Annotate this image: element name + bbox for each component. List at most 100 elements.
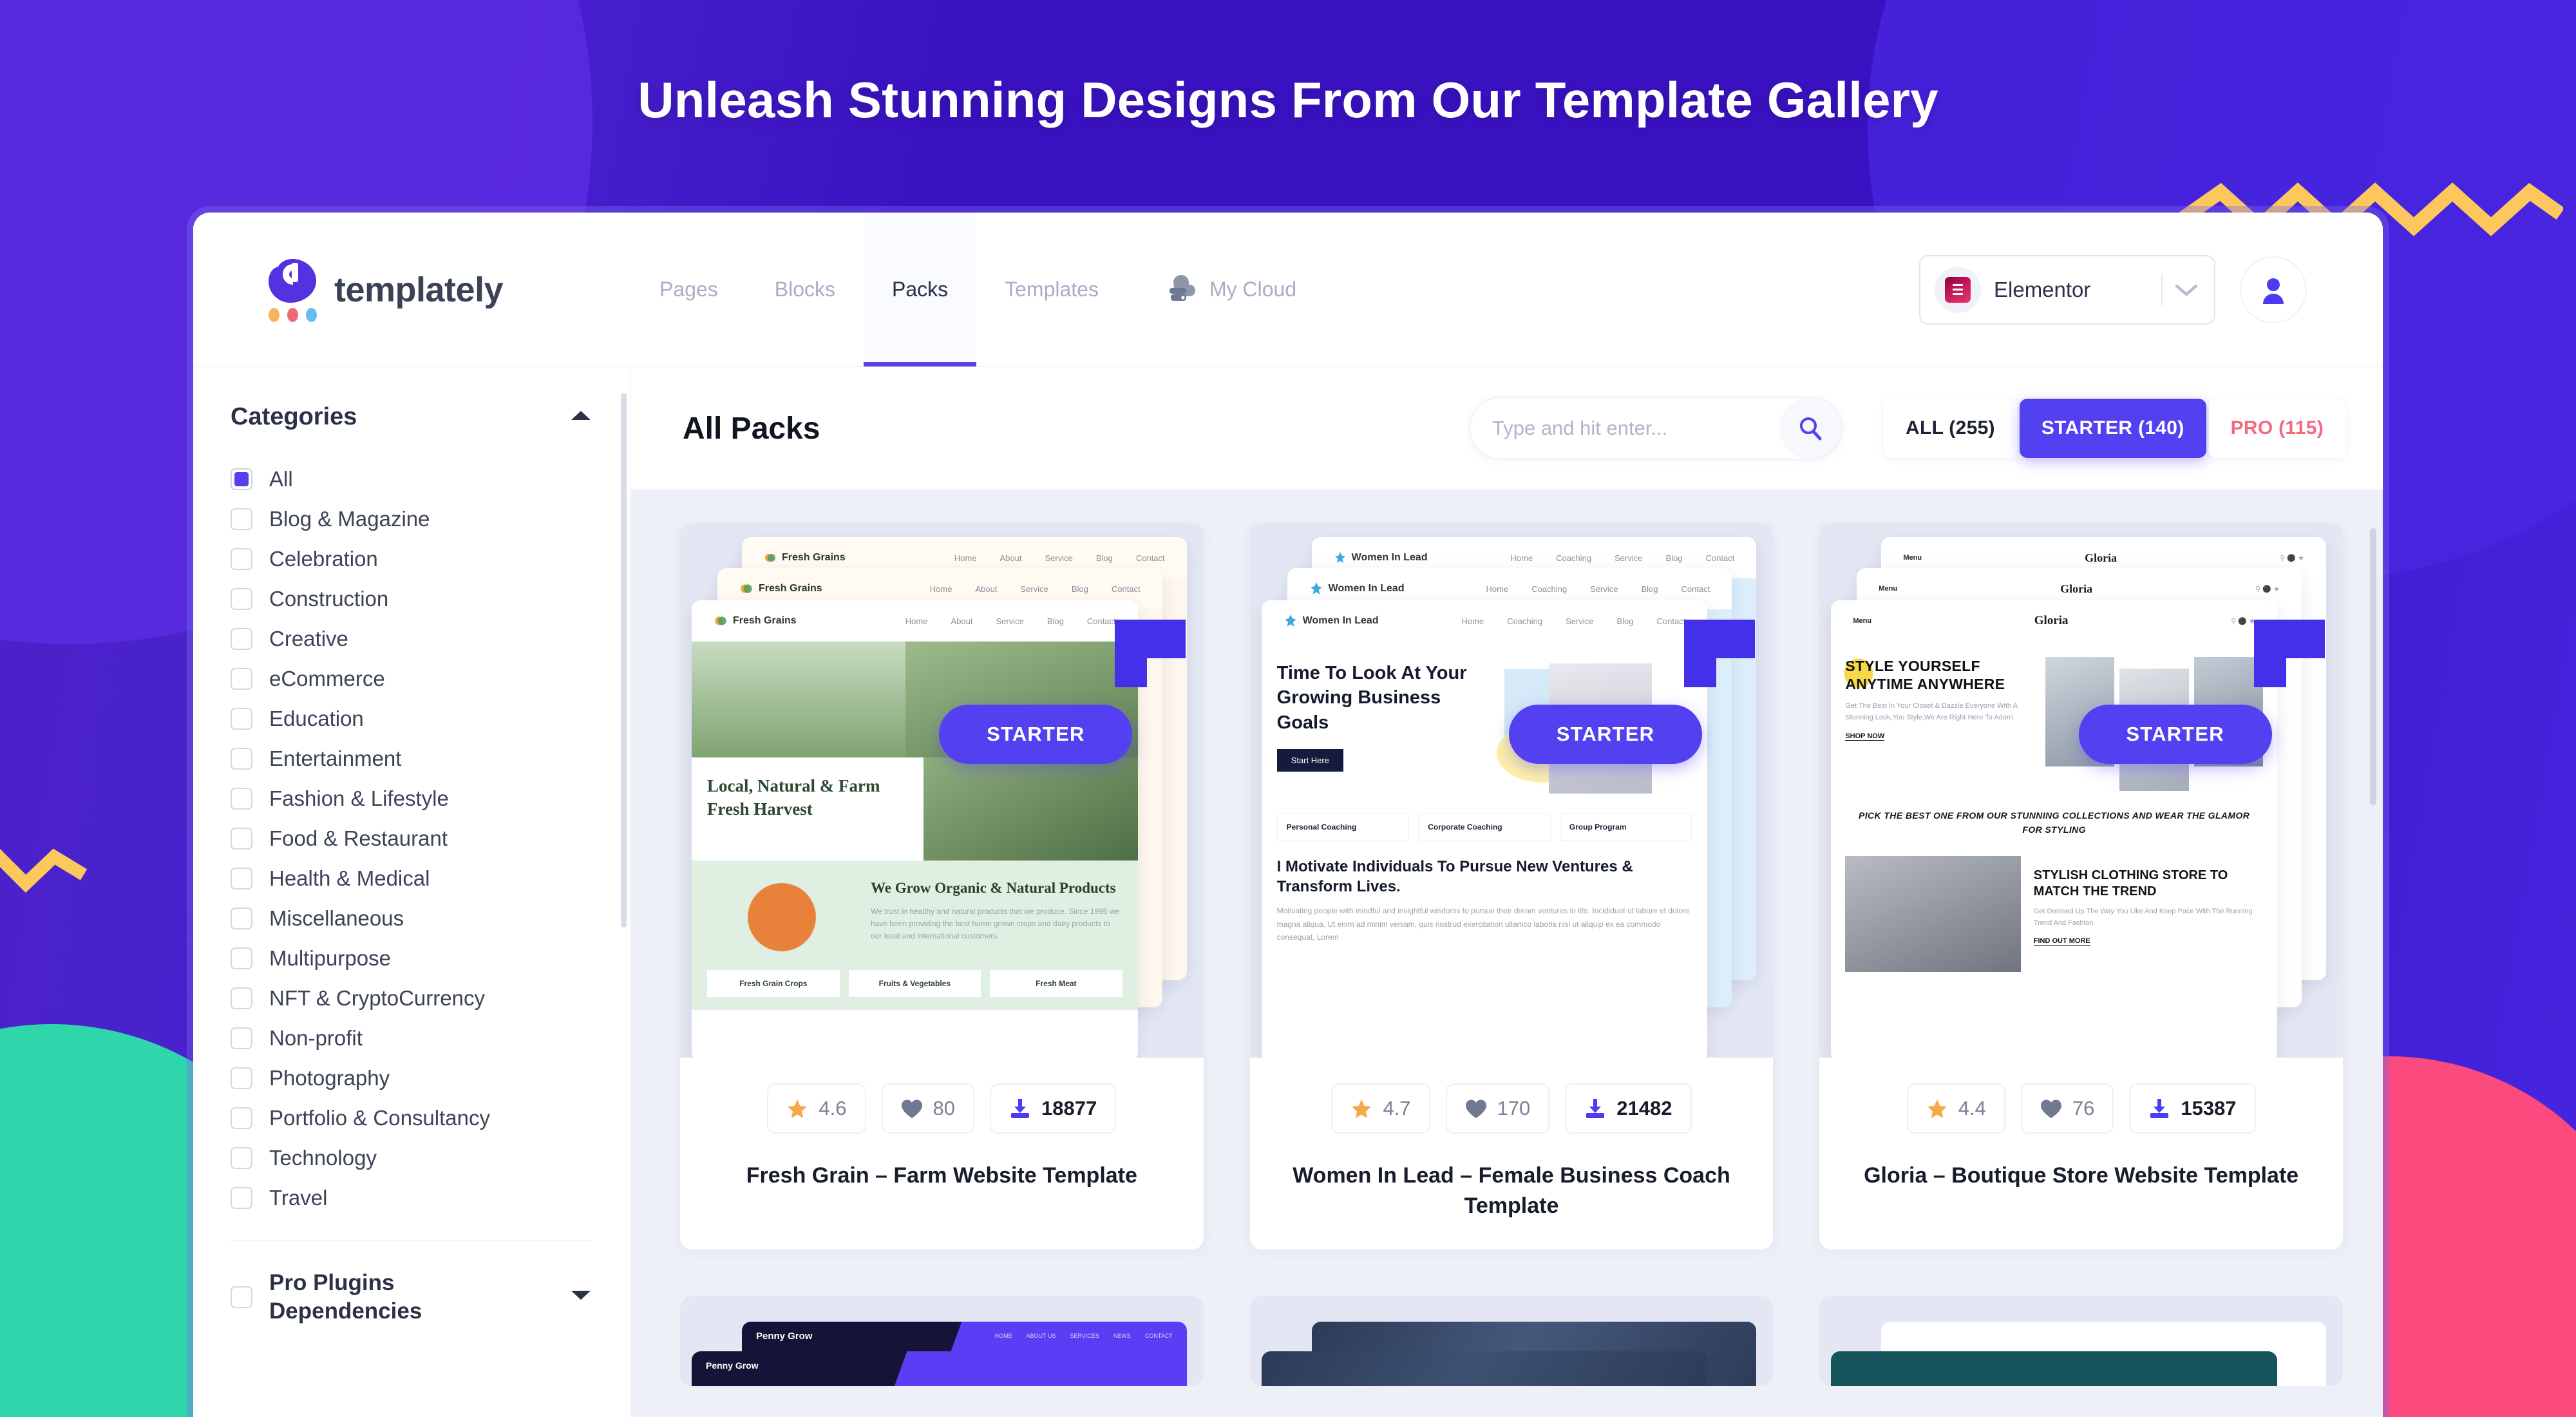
checkbox[interactable] xyxy=(231,908,252,929)
mock-site-name: Fresh Grains xyxy=(759,583,822,594)
category-item-blog-magazine[interactable]: Blog & Magazine xyxy=(231,499,592,539)
chevron-up-icon[interactable] xyxy=(570,409,592,425)
mock-link: Contact xyxy=(1705,553,1735,563)
category-item-fashion-lifestyle[interactable]: Fashion & Lifestyle xyxy=(231,779,592,819)
stat-value: 80 xyxy=(933,1097,956,1119)
checkbox[interactable] xyxy=(231,947,252,969)
checkbox[interactable] xyxy=(231,788,252,810)
category-item-construction[interactable]: Construction xyxy=(231,579,592,619)
category-item-technology[interactable]: Technology xyxy=(231,1138,592,1178)
pack-card[interactable]: Women In Lead Home Coaching Service Blog… xyxy=(1249,523,1774,1250)
category-item-non-profit[interactable]: Non-profit xyxy=(231,1018,592,1058)
checkbox[interactable] xyxy=(231,708,252,730)
app-window: templately Pages Blocks Packs Templates … xyxy=(193,213,2383,1417)
user-avatar-icon xyxy=(2263,278,2284,304)
search-box[interactable] xyxy=(1469,397,1842,460)
checkbox[interactable] xyxy=(231,1187,252,1209)
preview-stack: Women In Lead Home Coaching Service Blog… xyxy=(1250,523,1774,1058)
filter-tab-starter[interactable]: STARTER (140) xyxy=(2019,399,2206,458)
categories-header[interactable]: Categories xyxy=(231,403,592,431)
stat-downloads: 15387 xyxy=(2129,1083,2256,1134)
checkbox[interactable] xyxy=(231,1027,252,1049)
category-label: Food & Restaurant xyxy=(269,826,448,850)
mock-link: Home xyxy=(1510,553,1533,563)
checkbox-checked[interactable] xyxy=(231,468,252,490)
category-item-entertainment[interactable]: Entertainment xyxy=(231,739,592,779)
mock-link: About xyxy=(951,616,973,626)
editor-select[interactable]: Elementor xyxy=(1919,254,2215,325)
category-item-miscellaneous[interactable]: Miscellaneous xyxy=(231,899,592,938)
checkbox[interactable] xyxy=(231,508,252,530)
status-badge: STARTER xyxy=(2078,705,2272,764)
checkbox[interactable] xyxy=(231,1107,252,1129)
brand-logo[interactable]: templately xyxy=(193,213,631,366)
category-item-portfolio-consultancy[interactable]: Portfolio & Consultancy xyxy=(231,1098,592,1138)
stat-downloads: 18877 xyxy=(990,1083,1117,1134)
pack-card[interactable] xyxy=(1249,1295,1774,1386)
pack-preview[interactable]: Menu Gloria ⚲ ⚫ ★ Menu Gloria ⚲ ⚫ ★ Menu… xyxy=(1819,523,2343,1058)
mock-link: Blog xyxy=(1616,616,1634,626)
category-item-nft-cryptocurrency[interactable]: NFT & CryptoCurrency xyxy=(231,978,592,1018)
category-label: Construction xyxy=(269,587,389,611)
status-badge: STARTER xyxy=(1508,705,1702,764)
chevron-down-icon[interactable] xyxy=(2163,282,2210,298)
checkbox[interactable] xyxy=(231,748,252,770)
nav-item-my-cloud[interactable]: My Cloud xyxy=(1127,213,1325,366)
checkbox[interactable] xyxy=(231,548,252,570)
nav-item-pages[interactable]: Pages xyxy=(631,213,746,366)
category-label: Creative xyxy=(269,627,348,651)
category-item-food-restaurant[interactable]: Food & Restaurant xyxy=(231,819,592,859)
checkbox[interactable] xyxy=(231,1067,252,1089)
main-scrollbar[interactable] xyxy=(2370,528,2376,805)
pack-card[interactable]: VALENTINE'S DAY PRESENTS xyxy=(1819,1295,2343,1386)
filter-tab-all[interactable]: ALL (255) xyxy=(1884,399,2017,458)
mock-headline: Time To Look At Your Growing Business Go… xyxy=(1276,663,1467,733)
category-item-creative[interactable]: Creative xyxy=(231,619,592,659)
mock-menu-label: Menu xyxy=(1879,585,1898,593)
category-item-all[interactable]: All xyxy=(231,459,592,499)
nav-item-packs[interactable]: Packs xyxy=(863,213,977,366)
category-item-celebration[interactable]: Celebration xyxy=(231,539,592,579)
stat-value: 21482 xyxy=(1616,1097,1672,1119)
mock-link: Service xyxy=(1615,553,1643,563)
sidebar-scrollbar[interactable] xyxy=(621,393,627,927)
pack-preview[interactable]: Women In Lead Home Coaching Service Blog… xyxy=(1249,523,1774,1058)
avatar[interactable] xyxy=(2240,256,2307,323)
nav-item-templates[interactable]: Templates xyxy=(976,213,1127,366)
packs-grid: Fresh Grains Home About Service Blog Con… xyxy=(631,490,2383,1250)
pack-card[interactable]: Penny Grow HOME ABOUT US SERVICES NEWS C… xyxy=(680,1295,1204,1386)
checkbox[interactable] xyxy=(231,588,252,610)
category-item-health-medical[interactable]: Health & Medical xyxy=(231,859,592,899)
search-input[interactable] xyxy=(1470,398,1779,459)
pack-card[interactable]: Fresh Grains Home About Service Blog Con… xyxy=(680,523,1204,1250)
checkbox[interactable] xyxy=(231,828,252,850)
checkbox[interactable] xyxy=(231,668,252,690)
mock-link: Service xyxy=(1020,584,1048,594)
chevron-down-icon[interactable] xyxy=(570,1289,592,1305)
preview-sheet-front: Women In Lead Home Coaching Service Blog… xyxy=(1261,600,1708,1058)
category-item-multipurpose[interactable]: Multipurpose xyxy=(231,938,592,978)
checkbox[interactable] xyxy=(231,1286,252,1308)
category-item-photography[interactable]: Photography xyxy=(231,1058,592,1098)
mock-feature: Personal Coaching xyxy=(1286,823,1357,832)
stat-rating: 4.4 xyxy=(1906,1083,2005,1134)
checkbox[interactable] xyxy=(231,628,252,650)
filter-tab-pro[interactable]: PRO (115) xyxy=(2208,399,2345,458)
mock-site-name: Women In Lead xyxy=(1302,615,1379,626)
search-button[interactable] xyxy=(1779,398,1841,459)
category-item-ecommerce[interactable]: eCommerce xyxy=(231,659,592,699)
mock-site-name: Gloria xyxy=(2060,582,2093,595)
checkbox[interactable] xyxy=(231,1147,252,1169)
mock-link: Blog xyxy=(1071,584,1088,594)
category-item-education[interactable]: Education xyxy=(231,699,592,739)
category-item-travel[interactable]: Travel xyxy=(231,1178,592,1218)
category-label: eCommerce xyxy=(269,667,385,690)
checkbox[interactable] xyxy=(231,868,252,889)
checkbox[interactable] xyxy=(231,987,252,1009)
nav-item-blocks[interactable]: Blocks xyxy=(746,213,864,366)
pack-preview[interactable]: Fresh Grains Home About Service Blog Con… xyxy=(680,523,1204,1058)
mock-link: Contact xyxy=(1681,584,1710,594)
pro-plugins-dependencies-row[interactable]: Pro Plugins Dependencies xyxy=(193,1241,630,1326)
pack-card[interactable]: Menu Gloria ⚲ ⚫ ★ Menu Gloria ⚲ ⚫ ★ Menu… xyxy=(1819,523,2343,1250)
mock-section: We Grow Organic & Natural Products We tr… xyxy=(692,861,1138,1010)
